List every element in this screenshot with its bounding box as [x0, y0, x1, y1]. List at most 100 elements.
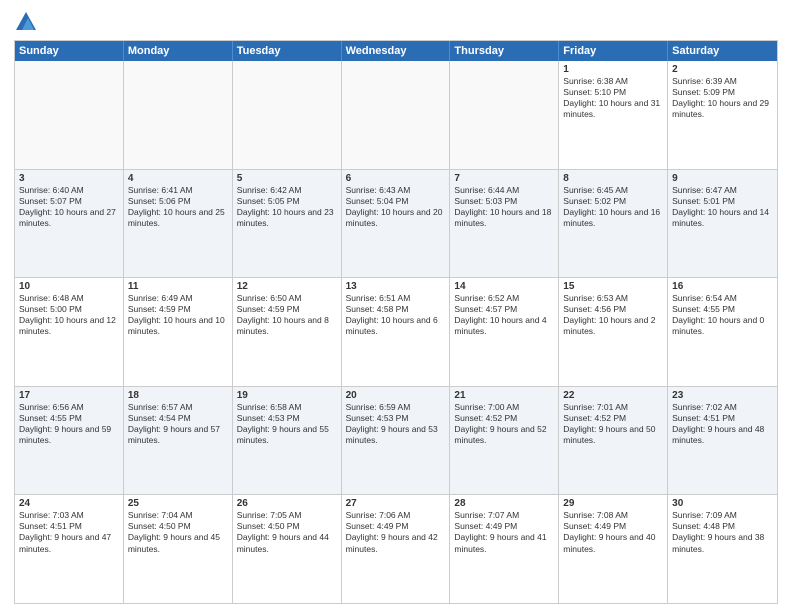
day-cell: 2Sunrise: 6:39 AM Sunset: 5:09 PM Daylig…	[668, 61, 777, 169]
empty-cell	[233, 61, 342, 169]
weekday-header: Wednesday	[342, 41, 451, 61]
day-cell: 28Sunrise: 7:07 AM Sunset: 4:49 PM Dayli…	[450, 495, 559, 603]
day-number: 20	[346, 390, 446, 401]
day-cell: 1Sunrise: 6:38 AM Sunset: 5:10 PM Daylig…	[559, 61, 668, 169]
day-number: 19	[237, 390, 337, 401]
day-cell: 8Sunrise: 6:45 AM Sunset: 5:02 PM Daylig…	[559, 170, 668, 278]
day-number: 25	[128, 498, 228, 509]
day-info: Sunrise: 6:50 AM Sunset: 4:59 PM Dayligh…	[237, 293, 337, 337]
day-number: 13	[346, 281, 446, 292]
day-number: 9	[672, 173, 773, 184]
day-number: 3	[19, 173, 119, 184]
day-info: Sunrise: 6:56 AM Sunset: 4:55 PM Dayligh…	[19, 402, 119, 446]
day-number: 4	[128, 173, 228, 184]
day-number: 28	[454, 498, 554, 509]
day-cell: 3Sunrise: 6:40 AM Sunset: 5:07 PM Daylig…	[15, 170, 124, 278]
day-number: 27	[346, 498, 446, 509]
day-cell: 21Sunrise: 7:00 AM Sunset: 4:52 PM Dayli…	[450, 387, 559, 495]
day-cell: 19Sunrise: 6:58 AM Sunset: 4:53 PM Dayli…	[233, 387, 342, 495]
weekday-header: Thursday	[450, 41, 559, 61]
day-number: 22	[563, 390, 663, 401]
empty-cell	[342, 61, 451, 169]
day-info: Sunrise: 7:08 AM Sunset: 4:49 PM Dayligh…	[563, 510, 663, 554]
day-number: 16	[672, 281, 773, 292]
day-info: Sunrise: 7:04 AM Sunset: 4:50 PM Dayligh…	[128, 510, 228, 554]
day-number: 24	[19, 498, 119, 509]
weekday-header: Tuesday	[233, 41, 342, 61]
day-number: 23	[672, 390, 773, 401]
day-info: Sunrise: 7:07 AM Sunset: 4:49 PM Dayligh…	[454, 510, 554, 554]
day-cell: 12Sunrise: 6:50 AM Sunset: 4:59 PM Dayli…	[233, 278, 342, 386]
day-info: Sunrise: 6:45 AM Sunset: 5:02 PM Dayligh…	[563, 185, 663, 229]
header	[14, 10, 778, 34]
day-info: Sunrise: 6:52 AM Sunset: 4:57 PM Dayligh…	[454, 293, 554, 337]
day-cell: 23Sunrise: 7:02 AM Sunset: 4:51 PM Dayli…	[668, 387, 777, 495]
day-info: Sunrise: 6:40 AM Sunset: 5:07 PM Dayligh…	[19, 185, 119, 229]
day-number: 11	[128, 281, 228, 292]
day-cell: 7Sunrise: 6:44 AM Sunset: 5:03 PM Daylig…	[450, 170, 559, 278]
day-cell: 5Sunrise: 6:42 AM Sunset: 5:05 PM Daylig…	[233, 170, 342, 278]
day-number: 17	[19, 390, 119, 401]
calendar-row: 3Sunrise: 6:40 AM Sunset: 5:07 PM Daylig…	[15, 169, 777, 278]
day-number: 18	[128, 390, 228, 401]
weekday-header: Sunday	[15, 41, 124, 61]
day-number: 2	[672, 64, 773, 75]
day-info: Sunrise: 6:59 AM Sunset: 4:53 PM Dayligh…	[346, 402, 446, 446]
day-info: Sunrise: 7:00 AM Sunset: 4:52 PM Dayligh…	[454, 402, 554, 446]
day-cell: 11Sunrise: 6:49 AM Sunset: 4:59 PM Dayli…	[124, 278, 233, 386]
day-cell: 30Sunrise: 7:09 AM Sunset: 4:48 PM Dayli…	[668, 495, 777, 603]
day-cell: 16Sunrise: 6:54 AM Sunset: 4:55 PM Dayli…	[668, 278, 777, 386]
calendar-body: 1Sunrise: 6:38 AM Sunset: 5:10 PM Daylig…	[15, 61, 777, 603]
day-info: Sunrise: 6:38 AM Sunset: 5:10 PM Dayligh…	[563, 76, 663, 120]
day-cell: 26Sunrise: 7:05 AM Sunset: 4:50 PM Dayli…	[233, 495, 342, 603]
day-cell: 29Sunrise: 7:08 AM Sunset: 4:49 PM Dayli…	[559, 495, 668, 603]
calendar-header: SundayMondayTuesdayWednesdayThursdayFrid…	[15, 41, 777, 61]
day-cell: 24Sunrise: 7:03 AM Sunset: 4:51 PM Dayli…	[15, 495, 124, 603]
day-number: 6	[346, 173, 446, 184]
day-number: 5	[237, 173, 337, 184]
day-info: Sunrise: 6:48 AM Sunset: 5:00 PM Dayligh…	[19, 293, 119, 337]
day-info: Sunrise: 7:03 AM Sunset: 4:51 PM Dayligh…	[19, 510, 119, 554]
day-cell: 4Sunrise: 6:41 AM Sunset: 5:06 PM Daylig…	[124, 170, 233, 278]
calendar-row: 1Sunrise: 6:38 AM Sunset: 5:10 PM Daylig…	[15, 61, 777, 169]
day-info: Sunrise: 6:54 AM Sunset: 4:55 PM Dayligh…	[672, 293, 773, 337]
empty-cell	[15, 61, 124, 169]
day-cell: 10Sunrise: 6:48 AM Sunset: 5:00 PM Dayli…	[15, 278, 124, 386]
day-info: Sunrise: 6:58 AM Sunset: 4:53 PM Dayligh…	[237, 402, 337, 446]
day-cell: 9Sunrise: 6:47 AM Sunset: 5:01 PM Daylig…	[668, 170, 777, 278]
day-info: Sunrise: 7:05 AM Sunset: 4:50 PM Dayligh…	[237, 510, 337, 554]
day-cell: 25Sunrise: 7:04 AM Sunset: 4:50 PM Dayli…	[124, 495, 233, 603]
calendar-row: 24Sunrise: 7:03 AM Sunset: 4:51 PM Dayli…	[15, 494, 777, 603]
day-cell: 14Sunrise: 6:52 AM Sunset: 4:57 PM Dayli…	[450, 278, 559, 386]
day-number: 8	[563, 173, 663, 184]
day-info: Sunrise: 7:01 AM Sunset: 4:52 PM Dayligh…	[563, 402, 663, 446]
day-cell: 22Sunrise: 7:01 AM Sunset: 4:52 PM Dayli…	[559, 387, 668, 495]
day-cell: 18Sunrise: 6:57 AM Sunset: 4:54 PM Dayli…	[124, 387, 233, 495]
day-info: Sunrise: 6:41 AM Sunset: 5:06 PM Dayligh…	[128, 185, 228, 229]
day-number: 1	[563, 64, 663, 75]
day-cell: 20Sunrise: 6:59 AM Sunset: 4:53 PM Dayli…	[342, 387, 451, 495]
weekday-header: Monday	[124, 41, 233, 61]
day-number: 7	[454, 173, 554, 184]
day-number: 26	[237, 498, 337, 509]
day-info: Sunrise: 6:43 AM Sunset: 5:04 PM Dayligh…	[346, 185, 446, 229]
day-info: Sunrise: 7:09 AM Sunset: 4:48 PM Dayligh…	[672, 510, 773, 554]
day-number: 30	[672, 498, 773, 509]
empty-cell	[450, 61, 559, 169]
day-number: 21	[454, 390, 554, 401]
day-cell: 17Sunrise: 6:56 AM Sunset: 4:55 PM Dayli…	[15, 387, 124, 495]
day-info: Sunrise: 7:02 AM Sunset: 4:51 PM Dayligh…	[672, 402, 773, 446]
day-info: Sunrise: 6:44 AM Sunset: 5:03 PM Dayligh…	[454, 185, 554, 229]
day-cell: 15Sunrise: 6:53 AM Sunset: 4:56 PM Dayli…	[559, 278, 668, 386]
day-number: 29	[563, 498, 663, 509]
calendar-row: 17Sunrise: 6:56 AM Sunset: 4:55 PM Dayli…	[15, 386, 777, 495]
day-info: Sunrise: 6:47 AM Sunset: 5:01 PM Dayligh…	[672, 185, 773, 229]
calendar: SundayMondayTuesdayWednesdayThursdayFrid…	[14, 40, 778, 604]
day-info: Sunrise: 6:51 AM Sunset: 4:58 PM Dayligh…	[346, 293, 446, 337]
logo-icon	[14, 10, 38, 34]
day-number: 15	[563, 281, 663, 292]
page: SundayMondayTuesdayWednesdayThursdayFrid…	[0, 0, 792, 612]
logo	[14, 10, 42, 34]
day-cell: 6Sunrise: 6:43 AM Sunset: 5:04 PM Daylig…	[342, 170, 451, 278]
empty-cell	[124, 61, 233, 169]
